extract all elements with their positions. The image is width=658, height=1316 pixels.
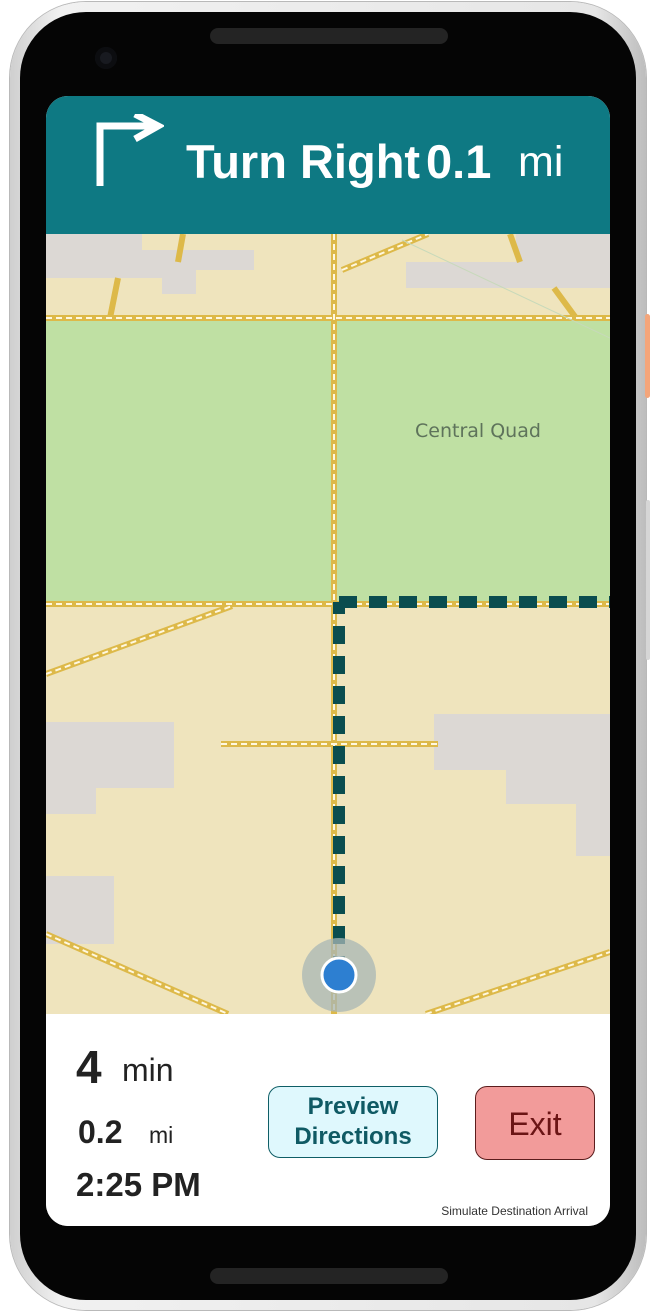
turn-instruction: Turn Right bbox=[186, 135, 421, 188]
preview-directions-button[interactable]: Preview Directions bbox=[268, 1086, 438, 1158]
user-location-dot bbox=[320, 956, 358, 994]
remaining-time-value: 4 bbox=[76, 1041, 102, 1093]
turn-distance-value: 0.1 bbox=[426, 135, 492, 188]
map-view[interactable]: Central Quad bbox=[46, 234, 610, 1014]
exit-button[interactable]: Exit bbox=[475, 1086, 595, 1160]
remaining-time-unit: min bbox=[122, 1052, 174, 1088]
turn-right-arrow-icon bbox=[96, 114, 164, 186]
earpiece-speaker bbox=[210, 28, 448, 44]
navigation-banner: Turn Right 0.1 mi bbox=[46, 96, 610, 234]
front-camera bbox=[95, 47, 117, 69]
map-place-label: Central Quad bbox=[415, 420, 541, 442]
power-button bbox=[645, 314, 650, 398]
arrival-time: 2:25 PM bbox=[76, 1166, 201, 1203]
navigation-screen: Turn Right 0.1 mi Central Quad 4 min 0.2… bbox=[46, 96, 610, 1226]
bottom-speaker bbox=[210, 1268, 448, 1284]
volume-button bbox=[646, 500, 650, 660]
map-canvas bbox=[46, 234, 610, 1014]
trip-summary-panel: 4 min 0.2 mi 2:25 PM Preview Directions … bbox=[46, 1014, 610, 1226]
remaining-distance-value: 0.2 bbox=[78, 1114, 123, 1150]
simulate-arrival-link[interactable]: Simulate Destination Arrival bbox=[441, 1204, 588, 1218]
turn-distance-unit: mi bbox=[518, 138, 564, 186]
remaining-distance-unit: mi bbox=[149, 1122, 174, 1148]
